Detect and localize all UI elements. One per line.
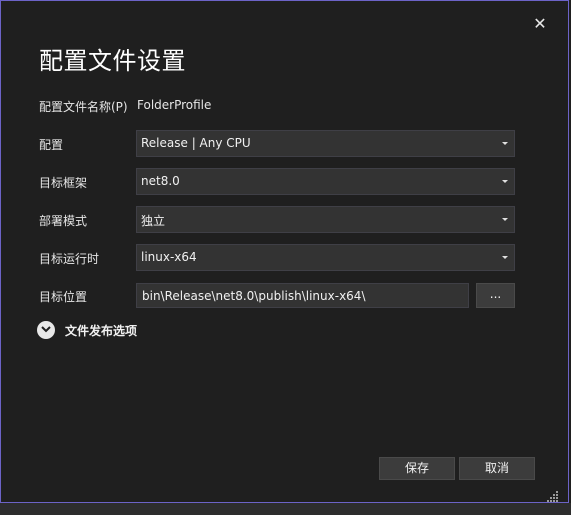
file-publish-options-label: 文件发布选项 [65, 324, 138, 338]
target-location-label: 目标位置 [39, 290, 88, 304]
save-button[interactable]: 保存 [379, 457, 455, 480]
dropdown-arrow-icon [502, 180, 508, 183]
target-runtime-selected-value: linux-x64 [141, 250, 197, 264]
target-runtime-label: 目标运行时 [39, 252, 100, 266]
target-runtime-dropdown[interactable]: linux-x64 [136, 244, 515, 271]
deployment-mode-dropdown[interactable]: 独立 [136, 206, 515, 233]
target-location-input[interactable] [137, 284, 468, 307]
target-framework-label: 目标框架 [39, 176, 88, 190]
dialog-title: 配置文件设置 [39, 47, 186, 75]
resize-grip-icon[interactable] [547, 491, 559, 503]
target-framework-dropdown[interactable]: net8.0 [136, 168, 515, 195]
profile-name-label: 配置文件名称(P) [39, 100, 128, 114]
target-location-field[interactable] [136, 283, 469, 308]
chevron-down-icon [37, 321, 55, 339]
publish-profile-settings-dialog: ✕ 配置文件设置 配置文件名称(P) FolderProfile 配置 Rele… [0, 0, 569, 503]
configuration-dropdown[interactable]: Release | Any CPU [136, 130, 515, 157]
close-icon[interactable]: ✕ [529, 13, 551, 35]
dropdown-arrow-icon [502, 218, 508, 221]
configuration-label: 配置 [39, 138, 64, 152]
deployment-mode-selected-value: 独立 [141, 214, 166, 228]
browse-button[interactable]: ... [476, 283, 515, 308]
dropdown-arrow-icon [502, 256, 508, 259]
window-bottom-strip [0, 503, 571, 515]
deployment-mode-label: 部署模式 [39, 214, 88, 228]
configuration-selected-value: Release | Any CPU [141, 136, 251, 150]
cancel-button[interactable]: 取消 [459, 457, 535, 480]
profile-name-value: FolderProfile [137, 98, 212, 112]
target-framework-selected-value: net8.0 [141, 174, 180, 188]
dropdown-arrow-icon [502, 142, 508, 145]
